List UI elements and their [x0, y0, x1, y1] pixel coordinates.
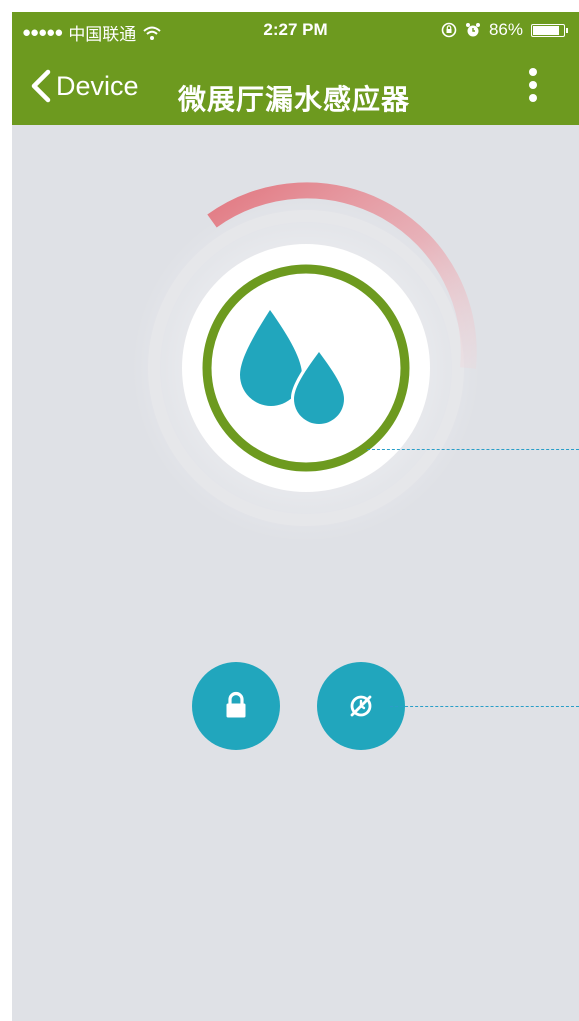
gauge-leader-line [367, 449, 579, 450]
more-dot [529, 81, 537, 89]
status-right: 86% [441, 20, 568, 40]
more-options-button[interactable] [523, 64, 543, 108]
page-title: 微展厅漏水感应器 [178, 84, 411, 115]
battery-fill [533, 25, 559, 35]
lock-icon [226, 691, 246, 718]
battery-icon [531, 23, 568, 37]
controls-leader-line [390, 706, 579, 707]
sensor-gauge [131, 182, 481, 540]
more-dot [529, 94, 537, 102]
back-label: Device [56, 70, 139, 101]
alarm-clock-icon [465, 23, 480, 37]
alarm-off-icon [350, 695, 372, 717]
battery-percent: 86% [488, 20, 523, 39]
nav-bar: Device 微展厅漏水感应器 [12, 48, 579, 125]
status-bar: ●●●●● 中国联通 2:27 PM 86% [12, 12, 579, 48]
chevron-left-icon [31, 69, 51, 103]
lock-button[interactable] [192, 662, 280, 750]
back-button[interactable]: Device [26, 68, 139, 104]
phone-screen: ●●●●● 中国联通 2:27 PM 86% Device 微展厅漏水感应器 [12, 12, 579, 1021]
orientation-lock-icon [441, 22, 457, 38]
more-dot [529, 68, 537, 76]
